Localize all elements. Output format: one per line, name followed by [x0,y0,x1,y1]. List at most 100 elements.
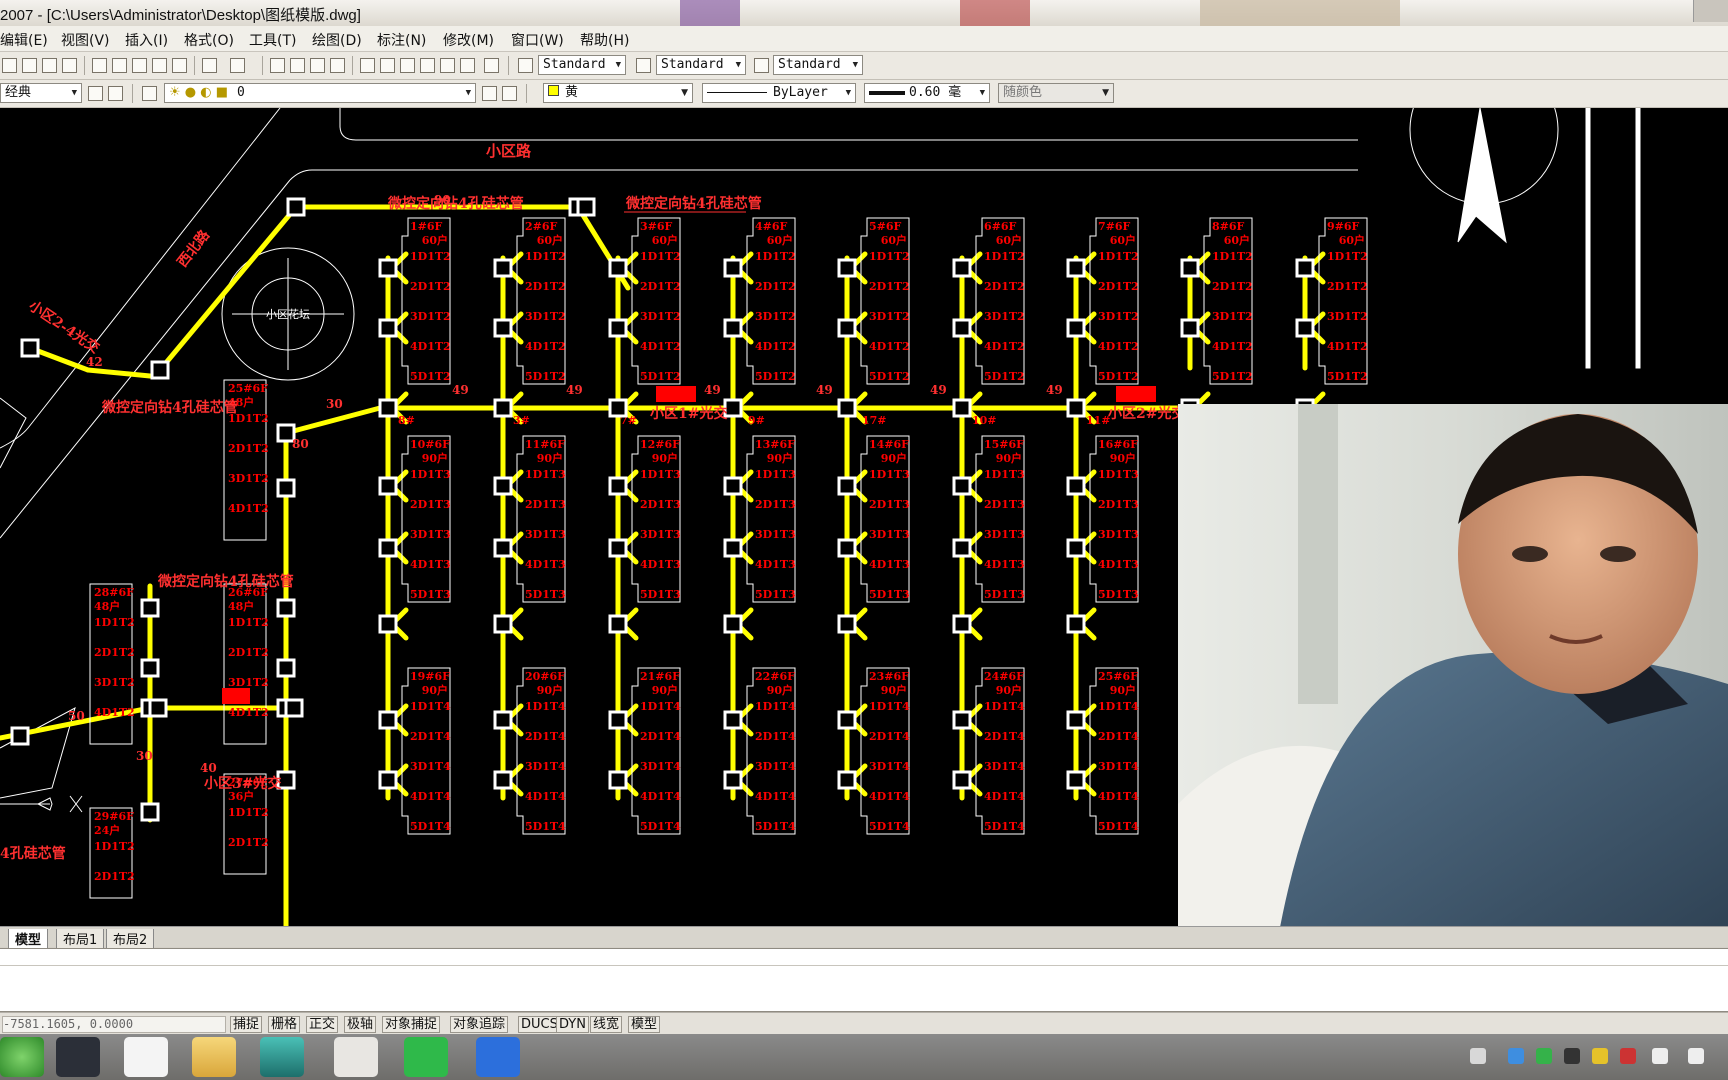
dimension-style-select[interactable]: Standard ▼ [656,55,746,75]
floor-label: 3D1T2 [1212,310,1253,323]
folder-icon[interactable] [192,1037,236,1077]
lineweight-select[interactable]: 0.60 毫 ▼ [864,83,990,103]
menu-dimension[interactable]: 标注(N) [377,30,426,50]
floor-label: 2D1T2 [1098,280,1139,293]
menu-insert[interactable]: 插入(I) [125,30,168,50]
building-name: 19#6F [410,670,450,683]
floor-label: 3D1T3 [984,528,1025,541]
menu-help[interactable]: 帮助(H) [580,30,629,50]
open-icon[interactable] [22,58,37,73]
cut-icon[interactable] [92,58,107,73]
paste-icon[interactable] [132,58,147,73]
ortho-toggle[interactable]: 正交 [306,1016,339,1033]
building-units: 90户 [767,451,793,465]
command-window[interactable] [0,948,1728,1012]
new-icon[interactable] [2,58,17,73]
redo-icon[interactable] [230,58,245,73]
tab-layout2[interactable]: 布局2 [106,929,155,949]
ducs-toggle[interactable]: DUCS [518,1016,561,1033]
video-camera-icon[interactable] [56,1037,100,1077]
building-name: 16#6F [1098,438,1138,451]
menu-tools[interactable]: 工具(T) [249,30,296,50]
sheet-set-icon[interactable] [420,58,435,73]
layer-manager-icon[interactable] [142,86,157,101]
wechat-tray-icon[interactable] [1536,1048,1552,1064]
make-object-layer-current-icon[interactable] [482,86,497,101]
handhole-box [1180,258,1200,278]
layer-previous-icon[interactable] [502,86,517,101]
handhole-box [952,710,972,730]
model-toggle[interactable]: 模型 [628,1016,661,1033]
copy-icon[interactable] [112,58,127,73]
volume-icon[interactable] [1688,1048,1704,1064]
floor-label: 2D1T3 [869,498,910,511]
cube-icon[interactable] [1508,1048,1524,1064]
polar-toggle[interactable]: 极轴 [344,1016,377,1033]
save-icon[interactable] [42,58,57,73]
print-icon[interactable] [62,58,77,73]
network-icon[interactable] [1652,1048,1668,1064]
handhole-box [284,698,304,718]
help-icon[interactable] [484,58,499,73]
pan-icon[interactable] [270,58,285,73]
menu-draw[interactable]: 绘图(D) [312,30,362,50]
start-orb-icon[interactable] [0,1037,44,1077]
table-style-select[interactable]: Standard ▼ [773,55,863,75]
dropdown-arrow-icon: ▼ [71,88,77,98]
camera-tray-icon[interactable] [1564,1048,1580,1064]
maximize-button[interactable] [1693,0,1728,22]
workspace-select[interactable]: 经典 ▼ [0,83,82,103]
linetype-select[interactable]: ByLayer ▼ [702,83,856,103]
layout-tabs: 模型 布局1 布局2 [0,926,1728,949]
menu-window[interactable]: 窗口(W) [511,30,564,50]
snap-toggle[interactable]: 捕捉 [230,1016,263,1033]
calculator-icon[interactable] [460,58,475,73]
separator [132,84,133,103]
wps-icon[interactable] [476,1037,520,1077]
menu-view[interactable]: 视图(V) [61,30,110,50]
undo-icon[interactable] [202,58,217,73]
otrack-toggle[interactable]: 对象追踪 [450,1016,509,1033]
lineweight-toggle[interactable]: 线宽 [590,1016,623,1033]
layer-state-icons: ☀ ● ◐ ■ [169,85,229,100]
building-name: 25#6F [228,382,268,395]
plus-tray-icon[interactable] [1592,1048,1608,1064]
workspace-settings-icon[interactable] [88,86,103,101]
osnap-toggle[interactable]: 对象捕捉 [382,1016,441,1033]
keyboard-icon[interactable] [1470,1048,1486,1064]
tool-palettes-icon[interactable] [400,58,415,73]
floor-label: 1D1T2 [228,616,269,629]
floor-label: 5D1T3 [869,588,910,601]
zoom-realtime-icon[interactable] [290,58,305,73]
security-tray-icon[interactable] [1620,1048,1636,1064]
match-properties-icon[interactable] [152,58,167,73]
lock-icon[interactable] [108,86,123,101]
zoom-previous-icon[interactable] [330,58,345,73]
lineweight-value: 0.60 毫 [909,85,962,100]
handhole-box [723,318,743,338]
floor-label: 3D1T2 [984,310,1025,323]
dyn-toggle[interactable]: DYN [556,1016,589,1033]
design-center-icon[interactable] [380,58,395,73]
sf-express-icon[interactable] [334,1037,378,1077]
chat-bubbles-icon[interactable] [124,1037,168,1077]
menu-format[interactable]: 格式(O) [184,30,234,50]
handhole-box [493,614,513,634]
wechat-icon[interactable] [404,1037,448,1077]
block-editor-icon[interactable] [172,58,187,73]
tab-layout1[interactable]: 布局1 [56,929,105,949]
building-units: 60户 [1110,233,1136,247]
autocad-icon[interactable] [260,1037,304,1077]
layer-select[interactable]: ☀ ● ◐ ■ 0 ▼ [164,83,476,103]
text-style-select[interactable]: Standard ▼ [538,55,626,75]
zoom-window-icon[interactable] [310,58,325,73]
markup-icon[interactable] [440,58,455,73]
building-name: 20#6F [525,670,565,683]
color-select[interactable]: 黄 ▼ [543,83,693,103]
properties-icon[interactable] [360,58,375,73]
grid-toggle[interactable]: 栅格 [268,1016,301,1033]
menu-modify[interactable]: 修改(M) [443,30,494,50]
menu-edit[interactable]: 编辑(E) [0,30,48,50]
building-name: 6#6F [984,220,1017,233]
tab-model[interactable]: 模型 [8,929,49,949]
